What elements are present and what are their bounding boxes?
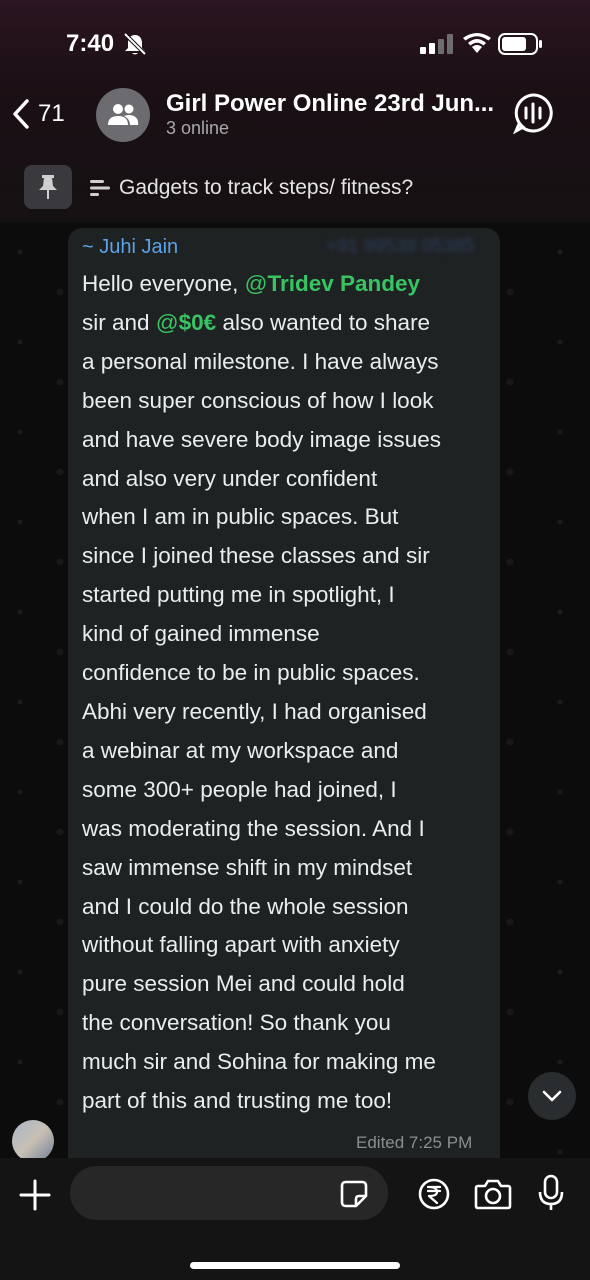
message-line: part of this and trusting me too!	[82, 1088, 393, 1114]
message-line: and I could do the whole session	[82, 893, 409, 919]
online-status: 3 online	[166, 118, 230, 138]
message-line: the conversation! So thank you	[82, 1010, 391, 1036]
message-line: kind of gained immense	[82, 621, 320, 647]
voice-chat-icon[interactable]	[512, 92, 554, 134]
edited-timestamp: Edited 7:25 PM	[356, 1133, 473, 1152]
message-line: a webinar at my workspace and	[82, 737, 399, 763]
pinned-message-text: Gadgets to track steps/ fitness?	[119, 176, 414, 199]
chevron-down-icon	[542, 1090, 562, 1102]
plus-icon[interactable]	[18, 1178, 52, 1212]
mention-soe[interactable]: @$0€	[156, 310, 216, 335]
message-composer	[0, 1158, 590, 1280]
group-avatar[interactable]	[96, 88, 150, 142]
message-line: since I joined these classes and sir	[82, 543, 430, 569]
message-line: pure session Mei and could hold	[82, 971, 405, 997]
chat-title[interactable]: Girl Power Online 23rd Jun...	[166, 90, 496, 118]
message-line: and also very under confident	[82, 465, 378, 491]
group-people-icon	[108, 104, 139, 125]
sender-phone: +91 99538 05385	[326, 236, 475, 257]
message-text-segment: Hello everyone,	[82, 271, 245, 296]
message-line: when I am in public spaces. But	[82, 504, 399, 530]
message-body: Hello everyone, @Tridev Pandey sir and @…	[82, 265, 494, 1121]
bell-slash-icon	[123, 32, 147, 56]
message-line: Hello everyone, @Tridev Pandey	[82, 265, 494, 304]
sender-avatar[interactable]	[12, 1120, 54, 1162]
battery-icon	[498, 33, 542, 55]
rupee-payment-icon[interactable]	[418, 1178, 450, 1210]
sticker-icon[interactable]	[340, 1180, 368, 1208]
message-line: sir and @$0€ also wanted to share	[82, 304, 494, 343]
message-line: and have severe body image issues	[82, 426, 441, 452]
message-text-segment: also wanted to share	[216, 309, 431, 335]
back-button[interactable]: 71	[10, 94, 80, 134]
camera-icon[interactable]	[474, 1178, 512, 1210]
mention-name: Tridev Pandey	[267, 271, 421, 296]
message-line: was moderating the session. And I	[82, 815, 425, 841]
mention-name: $0€	[178, 309, 217, 335]
status-time: 7:40	[66, 30, 115, 57]
pinned-message-bar[interactable]: Gadgets to track steps/ fitness?	[0, 160, 590, 220]
message-line: confidence to be in public spaces.	[82, 660, 420, 686]
message-line: started putting me in spotlight, I	[82, 582, 395, 608]
cellular-signal-icon	[420, 34, 453, 54]
chevron-left-icon	[13, 99, 29, 129]
message-line: saw immense shift in my mindset	[82, 854, 413, 880]
status-bar: 7:40	[0, 0, 590, 80]
scroll-down-button[interactable]	[528, 1072, 576, 1120]
message-line: without falling apart with anxiety	[82, 932, 400, 958]
wifi-icon	[463, 33, 491, 53]
microphone-icon[interactable]	[538, 1174, 564, 1212]
unread-count: 71	[38, 100, 65, 127]
pin-button[interactable]	[24, 165, 72, 209]
mention-tridev[interactable]: @Tridev Pandey	[245, 271, 420, 296]
mention-at: @	[244, 271, 268, 296]
sender-name[interactable]: ~ Juhi Jain	[82, 236, 178, 259]
message-line: a personal milestone. I have always	[82, 348, 439, 374]
message-line: much sir and Sohina for making me	[82, 1049, 436, 1075]
message-line: been super conscious of how I look	[82, 387, 434, 413]
poll-icon	[90, 180, 110, 196]
message-text-segment: sir and	[82, 309, 156, 335]
mention-at: @	[155, 309, 179, 335]
home-indicator[interactable]	[190, 1262, 400, 1269]
pin-icon	[39, 175, 57, 199]
message-line: Abhi very recently, I had organised	[82, 698, 427, 724]
message-line: some 300+ people had joined, I	[82, 776, 397, 802]
